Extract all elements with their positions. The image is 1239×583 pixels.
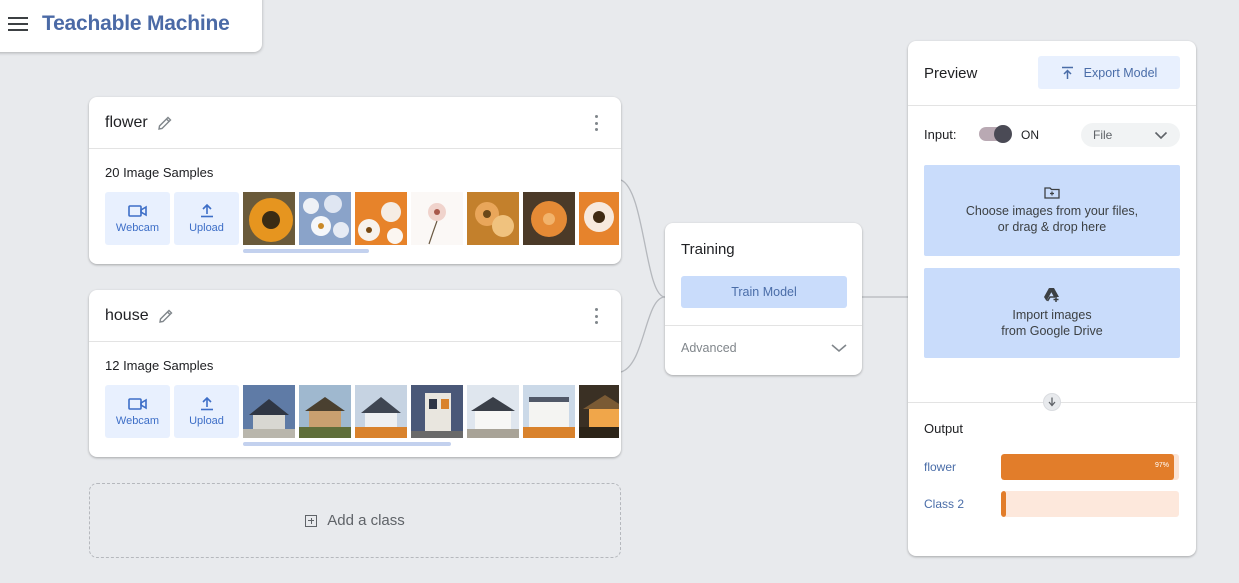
output-bar-fill bbox=[1001, 454, 1174, 480]
upload-label: Upload bbox=[189, 415, 224, 427]
class-card-house: house 12 Image Samples Webcam Upload bbox=[89, 290, 621, 457]
webcam-button[interactable]: Webcam bbox=[105, 385, 170, 438]
chevron-down-icon[interactable] bbox=[830, 343, 848, 353]
thumbnail-scrollbar[interactable] bbox=[243, 249, 369, 253]
drop-files-line2: or drag & drop here bbox=[997, 220, 1107, 234]
drop-files-line1: Choose images from your files, bbox=[965, 204, 1139, 218]
more-options-icon[interactable] bbox=[595, 115, 599, 131]
class-card-header: flower bbox=[89, 97, 621, 149]
sample-thumbnail[interactable] bbox=[355, 385, 407, 438]
advanced-toggle[interactable]: Advanced bbox=[681, 341, 737, 355]
preview-title: Preview bbox=[924, 65, 978, 82]
class-card-flower: flower 20 Image Samples Webcam Upload bbox=[89, 97, 621, 264]
sample-thumbnail[interactable] bbox=[523, 192, 575, 245]
sample-row: Webcam Upload bbox=[105, 192, 619, 245]
webcam-label: Webcam bbox=[115, 221, 160, 234]
class-name[interactable]: house bbox=[105, 307, 149, 325]
sample-thumbnail[interactable] bbox=[467, 192, 519, 245]
sample-thumbnail[interactable] bbox=[579, 385, 619, 438]
sample-thumbnail[interactable] bbox=[299, 192, 351, 245]
sample-row: Webcam Upload bbox=[105, 385, 619, 438]
toggle-knob bbox=[994, 125, 1012, 143]
output-title: Output bbox=[924, 421, 964, 436]
webcam-icon bbox=[127, 397, 147, 410]
app-header: Teachable Machine bbox=[0, 0, 262, 52]
sample-thumbnail[interactable] bbox=[411, 192, 463, 245]
export-label: Export Model bbox=[1083, 65, 1158, 80]
input-source-select[interactable]: File bbox=[1081, 123, 1180, 147]
pencil-icon[interactable] bbox=[156, 114, 174, 132]
training-card: Training Train Model Advanced bbox=[665, 223, 862, 375]
output-label: Class 2 bbox=[924, 497, 965, 511]
sample-thumbnail[interactable] bbox=[467, 385, 519, 438]
class-name[interactable]: flower bbox=[105, 114, 148, 132]
drive-line2: from Google Drive bbox=[1001, 324, 1103, 338]
input-label: Input: bbox=[924, 127, 957, 142]
arrow-down-icon bbox=[1043, 393, 1061, 411]
input-source-value: File bbox=[1093, 128, 1113, 142]
google-drive-icon bbox=[1044, 288, 1059, 302]
upload-button[interactable]: Upload bbox=[174, 385, 239, 438]
sample-thumbnails bbox=[243, 192, 619, 245]
toggle-state: ON bbox=[1021, 128, 1039, 142]
export-model-button[interactable]: Export Model bbox=[1038, 56, 1180, 89]
pencil-icon[interactable] bbox=[157, 307, 175, 325]
upload-label: Upload bbox=[189, 222, 224, 234]
output-row: flower 97% bbox=[924, 454, 1180, 480]
input-toggle[interactable] bbox=[979, 125, 1012, 143]
menu-icon[interactable] bbox=[8, 17, 28, 31]
webcam-button[interactable]: Webcam bbox=[105, 192, 170, 245]
sample-thumbnail[interactable] bbox=[523, 385, 575, 438]
webcam-icon bbox=[127, 204, 147, 217]
output-percent: 97% bbox=[1154, 462, 1169, 469]
class-card-header: house bbox=[89, 290, 621, 342]
divider bbox=[908, 105, 1196, 106]
sample-thumbnail[interactable] bbox=[299, 385, 351, 438]
upload-icon bbox=[200, 203, 213, 218]
output-label: flower bbox=[924, 460, 957, 474]
output-bar-fill bbox=[1001, 491, 1007, 517]
google-drive-import[interactable]: Import images from Google Drive bbox=[924, 268, 1180, 358]
add-icon bbox=[305, 514, 318, 527]
samples-count: 12 Image Samples bbox=[105, 358, 214, 373]
sample-thumbnail[interactable] bbox=[243, 385, 295, 438]
app-title: Teachable Machine bbox=[42, 12, 230, 35]
sample-thumbnails bbox=[243, 385, 619, 438]
sample-thumbnail[interactable] bbox=[579, 192, 619, 245]
drive-line1: Import images bbox=[1012, 308, 1092, 322]
training-title: Training bbox=[681, 241, 735, 258]
upload-button[interactable]: Upload bbox=[174, 192, 239, 245]
chevron-down-icon bbox=[1154, 131, 1168, 140]
samples-count: 20 Image Samples bbox=[105, 165, 214, 180]
more-options-icon[interactable] bbox=[595, 308, 599, 324]
add-class-button[interactable]: Add a class bbox=[89, 483, 621, 558]
upload-icon bbox=[200, 396, 213, 411]
folder-icon bbox=[1044, 187, 1060, 199]
sample-thumbnail[interactable] bbox=[355, 192, 407, 245]
divider bbox=[665, 325, 862, 326]
sample-thumbnail[interactable] bbox=[243, 192, 295, 245]
export-icon bbox=[1061, 66, 1073, 79]
sample-thumbnail[interactable] bbox=[411, 385, 463, 438]
thumbnail-scrollbar[interactable] bbox=[243, 442, 451, 446]
output-row: Class 2 bbox=[924, 491, 1180, 517]
webcam-label: Webcam bbox=[115, 414, 160, 427]
preview-card: Preview Export Model Input: ON File Choo… bbox=[908, 41, 1196, 556]
train-model-button[interactable]: Train Model bbox=[681, 276, 847, 308]
output-bar bbox=[1001, 491, 1179, 517]
add-class-label: Add a class bbox=[327, 512, 405, 529]
output-bar: 97% bbox=[1001, 454, 1179, 480]
file-drop-zone[interactable]: Choose images from your files, or drag &… bbox=[924, 165, 1180, 256]
